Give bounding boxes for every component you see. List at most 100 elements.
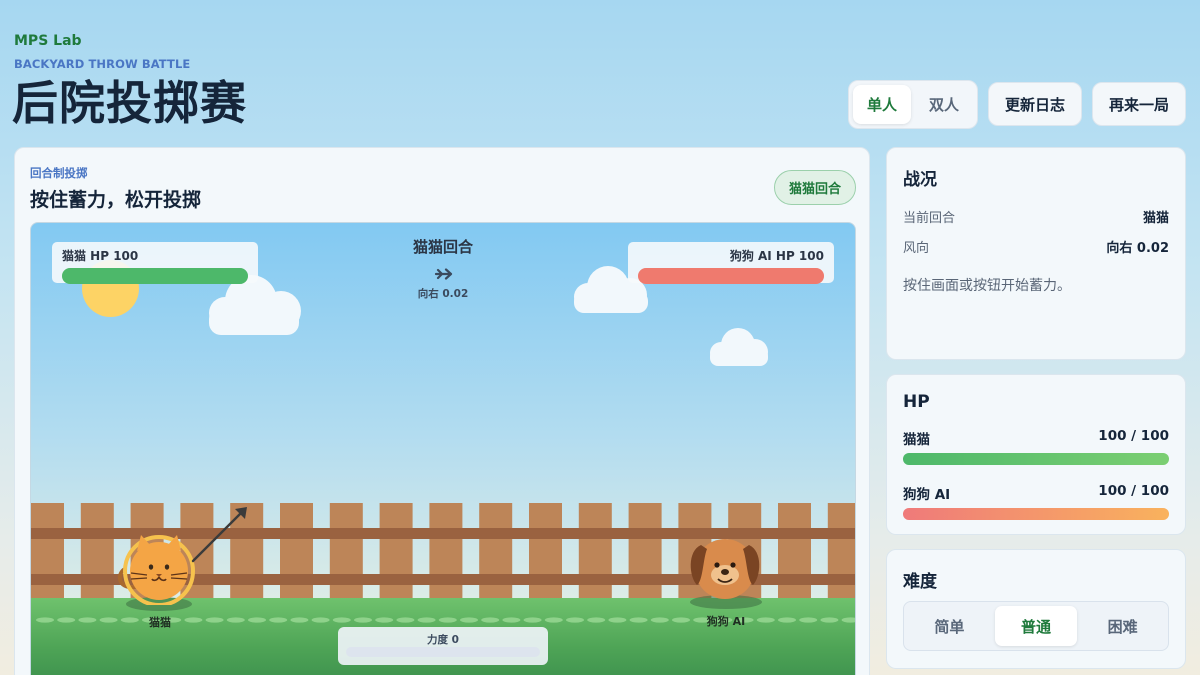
grass-dash <box>78 617 97 623</box>
hp-title: HP <box>903 392 930 412</box>
current-turn-label: 当前回合 <box>903 211 956 226</box>
cat-hp-row: 猫猫 100 / 100 <box>903 428 1169 448</box>
grass-dash <box>99 617 118 623</box>
game-mode-eyebrow: 回合制投掷 <box>30 166 88 180</box>
game-stage[interactable]: 猫猫 HP 100 狗狗 AI HP 100 猫猫回合 向右 0.02 猫猫 狗… <box>30 222 856 675</box>
page-title: 后院投掷赛 <box>12 76 247 130</box>
stage-wind-text: 向右 0.02 <box>417 288 469 300</box>
restart-button[interactable]: 再来一局 <box>1092 82 1186 126</box>
grass-dash <box>523 617 542 623</box>
status-panel: 战况 当前回合 猫猫 风向 向右 0.02 按住画面或按钮开始蓄力。 <box>886 147 1186 360</box>
grass-dash <box>502 617 521 623</box>
difficulty-easy-button[interactable]: 简单 <box>908 606 991 646</box>
power-track <box>346 647 540 657</box>
fence-board <box>379 503 413 603</box>
cat-hp-track <box>62 268 248 284</box>
dog-hp-bar-fill <box>903 508 1169 520</box>
turn-badge: 猫猫回合 <box>774 170 856 205</box>
fence-board <box>429 503 463 603</box>
fence-board <box>479 503 513 603</box>
grass-dash <box>778 617 796 623</box>
dog-hp-name: 狗狗 AI <box>903 487 951 503</box>
grass-dash <box>544 617 563 623</box>
grass-dash <box>205 617 224 623</box>
dog-name-label: 狗狗 AI <box>706 615 746 628</box>
power-label: 力度 0 <box>427 634 459 646</box>
stage-turn-text: 猫猫回合 <box>412 238 473 256</box>
grass-dash <box>481 617 500 623</box>
single-player-button[interactable]: 单人 <box>853 85 911 124</box>
aim-arrow <box>191 507 247 563</box>
grass-dash <box>841 617 855 623</box>
grass-dash <box>820 617 839 623</box>
grass-dash <box>354 617 372 623</box>
wind-arrow-icon <box>434 268 453 280</box>
grass-dash <box>269 617 288 623</box>
dog-character[interactable] <box>687 535 763 603</box>
dog-hp-row: 狗狗 AI 100 / 100 <box>903 483 1169 503</box>
cat-hp-fill <box>62 268 248 284</box>
grass-dash <box>290 617 309 623</box>
grass-dash <box>417 617 436 623</box>
hp-panel: HP 猫猫 100 / 100 狗狗 AI 100 / 100 <box>886 374 1186 535</box>
cat-hp-label: 猫猫 HP 100 <box>62 249 139 263</box>
grass-dash <box>566 617 584 623</box>
grass-dash <box>587 617 606 623</box>
cat-hp-panel: 猫猫 HP 100 <box>52 242 258 284</box>
difficulty-selector: 简单 普通 困难 <box>903 601 1169 651</box>
grass-dash <box>248 617 266 623</box>
grass-dash <box>438 617 457 623</box>
grass-dash <box>311 617 330 623</box>
grass-dash <box>650 617 669 623</box>
game-panel: 回合制投掷 按住蓄力，松开投掷 猫猫回合 猫猫 HP 100 狗狗 AI HP … <box>14 147 870 675</box>
cat-hp-bar <box>903 453 1169 465</box>
difficulty-title: 难度 <box>903 572 937 592</box>
fence-board <box>529 503 562 603</box>
grass-dash <box>629 617 648 623</box>
hint-text: 按住画面或按钮开始蓄力。 <box>903 278 1071 294</box>
mode-toggle: 单人 双人 <box>848 80 978 129</box>
power-meter: 力度 0 <box>338 627 548 665</box>
grass-dash <box>396 617 415 623</box>
game-eyebrow: BACKYARD THROW BATTLE <box>14 57 191 71</box>
grass-dash <box>36 617 54 623</box>
current-turn-value: 猫猫 <box>1142 211 1169 226</box>
fence-board <box>827 503 855 603</box>
dog-hp-label: 狗狗 AI HP 100 <box>729 249 824 263</box>
two-player-button[interactable]: 双人 <box>915 85 973 124</box>
difficulty-normal-button[interactable]: 普通 <box>994 606 1078 646</box>
status-title: 战况 <box>903 170 937 190</box>
fence-board <box>778 503 811 603</box>
cat-hp-name: 猫猫 <box>903 432 930 448</box>
game-instruction-title: 按住蓄力，松开投掷 <box>30 189 202 211</box>
fence-board <box>280 503 313 603</box>
changelog-button[interactable]: 更新日志 <box>988 82 1082 126</box>
wind-value: 向右 0.02 <box>1106 241 1169 256</box>
dog-hp-bar <box>903 508 1169 520</box>
brand-label: MPS Lab <box>14 33 82 49</box>
dog-hp-panel: 狗狗 AI HP 100 <box>628 242 834 284</box>
grass-dash <box>57 617 76 623</box>
fence-board <box>31 503 64 603</box>
dog-hp-value: 100 / 100 <box>1098 483 1169 499</box>
grass-dash <box>332 617 351 623</box>
wind-label: 风向 <box>903 241 930 256</box>
dog-hp-fill <box>638 268 824 284</box>
difficulty-panel: 难度 简单 普通 困难 <box>886 549 1186 669</box>
grass-dash <box>799 617 818 623</box>
fence-board <box>578 503 612 603</box>
fence-board <box>628 503 662 603</box>
grass-dash <box>460 617 478 623</box>
wind-row: 风向 向右 0.02 <box>903 237 1169 256</box>
cat-name-label: 猫猫 <box>149 616 171 629</box>
fence-board <box>80 503 114 603</box>
fence-board <box>329 503 363 603</box>
cat-hp-bar-fill <box>903 453 1169 465</box>
grass-dash <box>608 617 627 623</box>
dog-hp-track <box>638 268 824 284</box>
grass-dash <box>375 617 394 623</box>
difficulty-hard-button[interactable]: 困难 <box>1081 606 1164 646</box>
current-turn-row: 当前回合 猫猫 <box>903 207 1169 226</box>
cat-hp-value: 100 / 100 <box>1098 428 1169 444</box>
cloud <box>710 328 768 366</box>
